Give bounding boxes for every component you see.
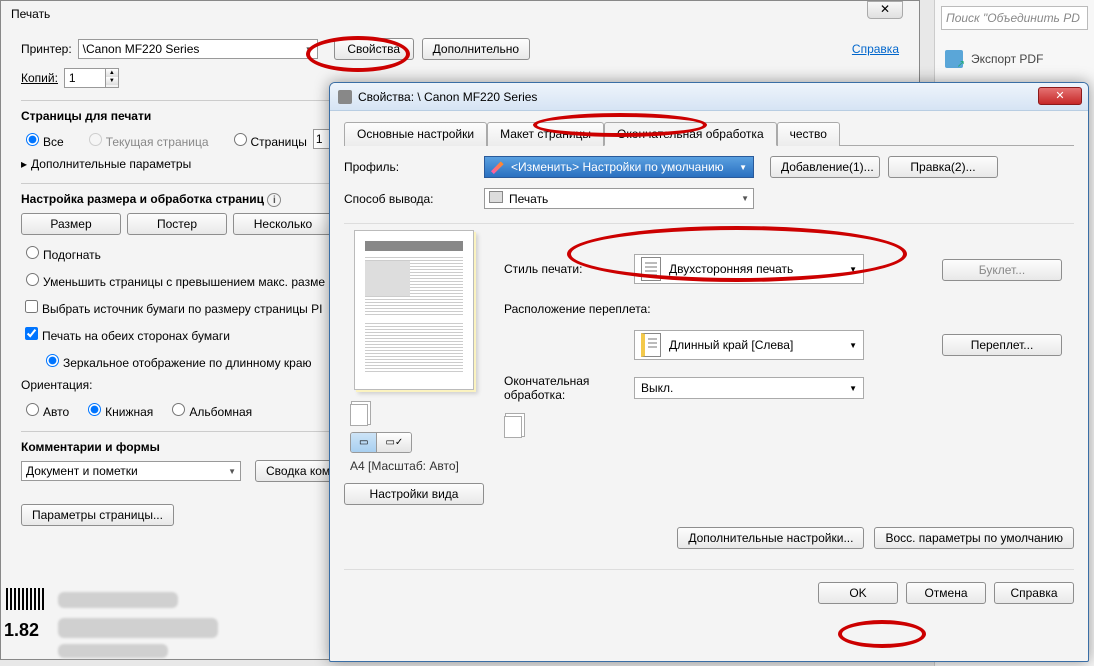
duplex-icon xyxy=(641,257,661,281)
printer-small-icon xyxy=(489,191,503,203)
chevron-down-icon: ▼ xyxy=(849,265,857,274)
finishing-dropdown[interactable]: Выкл. ▼ xyxy=(634,377,864,399)
radio-mirror[interactable]: Зеркальное отображение по длинному краю xyxy=(41,351,312,370)
view-mode-1[interactable]: ▭ xyxy=(351,433,377,452)
chevron-down-icon: ▼ xyxy=(741,194,749,203)
info-icon[interactable]: i xyxy=(267,193,281,207)
binding-button[interactable]: Переплет... xyxy=(942,334,1062,356)
properties-dialog: Свойства: \ Canon MF220 Series ✕ Основны… xyxy=(329,82,1089,662)
radio-orient-portrait[interactable]: Книжная xyxy=(83,400,153,419)
export-pdf-item[interactable]: Экспорт PDF xyxy=(945,50,1084,68)
help-link[interactable]: Справка xyxy=(852,42,899,56)
finishing-value: Выкл. xyxy=(641,381,673,395)
radio-shrink[interactable]: Уменьшить страницы с превышением макс. р… xyxy=(21,270,325,289)
printer-dropdown[interactable]: \Canon MF220 Series ▼ xyxy=(78,39,318,59)
binding-label: Расположение переплета: xyxy=(504,302,1074,316)
print-title-text: Печать xyxy=(11,7,50,21)
comments-value: Документ и пометки xyxy=(26,464,138,478)
chevron-down-icon: ▼ xyxy=(849,384,857,393)
chevron-down-icon: ▼ xyxy=(739,163,747,172)
checkbox-duplex[interactable]: Печать на обеих сторонах бумаги xyxy=(21,324,230,343)
tabs: Основные настройки Макет страницы Оконча… xyxy=(344,121,1074,146)
radio-orient-auto[interactable]: Авто xyxy=(21,400,69,419)
output-label: Способ вывода: xyxy=(344,192,484,206)
radio-fit[interactable]: Подогнать xyxy=(21,243,101,262)
export-pdf-label: Экспорт PDF xyxy=(971,52,1043,66)
printer-icon xyxy=(338,90,352,104)
export-pdf-icon xyxy=(945,50,963,68)
tab-basic[interactable]: Основные настройки xyxy=(344,122,487,146)
print-style-value: Двухсторонняя печать xyxy=(669,262,793,276)
print-style-dropdown[interactable]: Двухсторонняя печать ▼ xyxy=(634,254,864,284)
orientation-label: Ориентация: xyxy=(21,378,92,392)
binding-icon xyxy=(641,333,661,357)
profile-value: <Изменить> Настройки по умолчанию xyxy=(511,160,724,174)
tab-quality[interactable]: чество xyxy=(777,122,840,146)
advanced-button[interactable]: Дополнительно xyxy=(422,38,530,60)
output-dropdown[interactable]: Печать ▼ xyxy=(484,188,754,209)
pencil-icon xyxy=(491,160,505,174)
side-search-box[interactable]: Поиск "Объединить PD xyxy=(941,6,1088,30)
print-style-label: Стиль печати: xyxy=(504,262,634,276)
view-mode-2[interactable]: ▭✓ xyxy=(377,433,411,452)
print-dialog-title: Печать ✕ xyxy=(1,1,919,28)
copies-label: Копий: xyxy=(21,71,58,85)
chevron-down-icon: ▼ xyxy=(849,341,857,350)
output-stack-icon xyxy=(504,416,1074,438)
printer-value: \Canon MF220 Series xyxy=(83,42,200,56)
booklet-button[interactable]: Буклет... xyxy=(942,259,1062,281)
spin-down[interactable]: ▼ xyxy=(106,77,118,85)
price-text: 1.82 xyxy=(4,620,39,641)
output-value: Печать xyxy=(509,192,548,206)
profile-label: Профиль: xyxy=(344,160,484,174)
ok-button[interactable]: OK xyxy=(818,582,898,604)
spin-up[interactable]: ▲ xyxy=(106,69,118,77)
chevron-down-icon: ▼ xyxy=(305,45,313,54)
tab-finishing[interactable]: Окончательная обработка xyxy=(604,122,777,146)
print-close-button[interactable]: ✕ xyxy=(867,1,903,19)
advanced-settings-button[interactable]: Дополнительные настройки... xyxy=(677,527,864,549)
radio-orient-landscape[interactable]: Альбомная xyxy=(167,400,252,419)
view-settings-button[interactable]: Настройки вида xyxy=(344,483,484,505)
checkbox-paper-source[interactable]: Выбрать источник бумаги по размеру стран… xyxy=(21,297,322,316)
page-preview xyxy=(354,230,474,390)
comments-dropdown[interactable]: Документ и пометки ▼ xyxy=(21,461,241,481)
binding-dropdown[interactable]: Длинный край [Слева] ▼ xyxy=(634,330,864,360)
binding-value: Длинный край [Слева] xyxy=(669,338,793,352)
profile-dropdown[interactable]: <Изменить> Настройки по умолчанию ▼ xyxy=(484,156,754,178)
properties-button[interactable]: Свойства xyxy=(334,38,414,60)
copies-input[interactable] xyxy=(65,69,105,87)
properties-titlebar[interactable]: Свойства: \ Canon MF220 Series ✕ xyxy=(330,83,1088,111)
poster-button[interactable]: Постер xyxy=(127,213,227,235)
radio-all[interactable]: Все xyxy=(21,130,64,149)
view-toggle[interactable]: ▭▭✓ xyxy=(350,432,412,453)
page-params-button[interactable]: Параметры страницы... xyxy=(21,504,174,526)
restore-defaults-button[interactable]: Восс. параметры по умолчанию xyxy=(874,527,1074,549)
preview-pane: ▭▭✓ A4 [Масштаб: Авто] Настройки вида xyxy=(344,230,484,505)
blurred-text xyxy=(58,592,178,608)
page-stack-icon xyxy=(350,404,484,426)
size-button[interactable]: Размер xyxy=(21,213,121,235)
edit-profile-button[interactable]: Правка(2)... xyxy=(888,156,998,178)
barcode-graphic xyxy=(6,588,46,610)
cancel-button[interactable]: Отмена xyxy=(906,582,986,604)
blurred-text xyxy=(58,644,168,658)
radio-pages[interactable]: Страницы xyxy=(229,130,307,149)
radio-current[interactable]: Текущая страница xyxy=(84,130,209,149)
tab-layout[interactable]: Макет страницы xyxy=(487,122,604,146)
printer-label: Принтер: xyxy=(21,42,72,56)
help-button[interactable]: Справка xyxy=(994,582,1074,604)
blurred-text xyxy=(58,618,218,638)
preview-caption: A4 [Масштаб: Авто] xyxy=(350,459,484,473)
chevron-down-icon: ▼ xyxy=(228,467,236,476)
copies-spinner[interactable]: ▲▼ xyxy=(64,68,119,88)
properties-close-button[interactable]: ✕ xyxy=(1038,87,1082,105)
multiple-button[interactable]: Несколько xyxy=(233,213,333,235)
add-profile-button[interactable]: Добавление(1)... xyxy=(770,156,880,178)
properties-title: Свойства: \ Canon MF220 Series xyxy=(358,90,537,104)
finishing-field-label: Окончательная обработка: xyxy=(504,374,634,402)
